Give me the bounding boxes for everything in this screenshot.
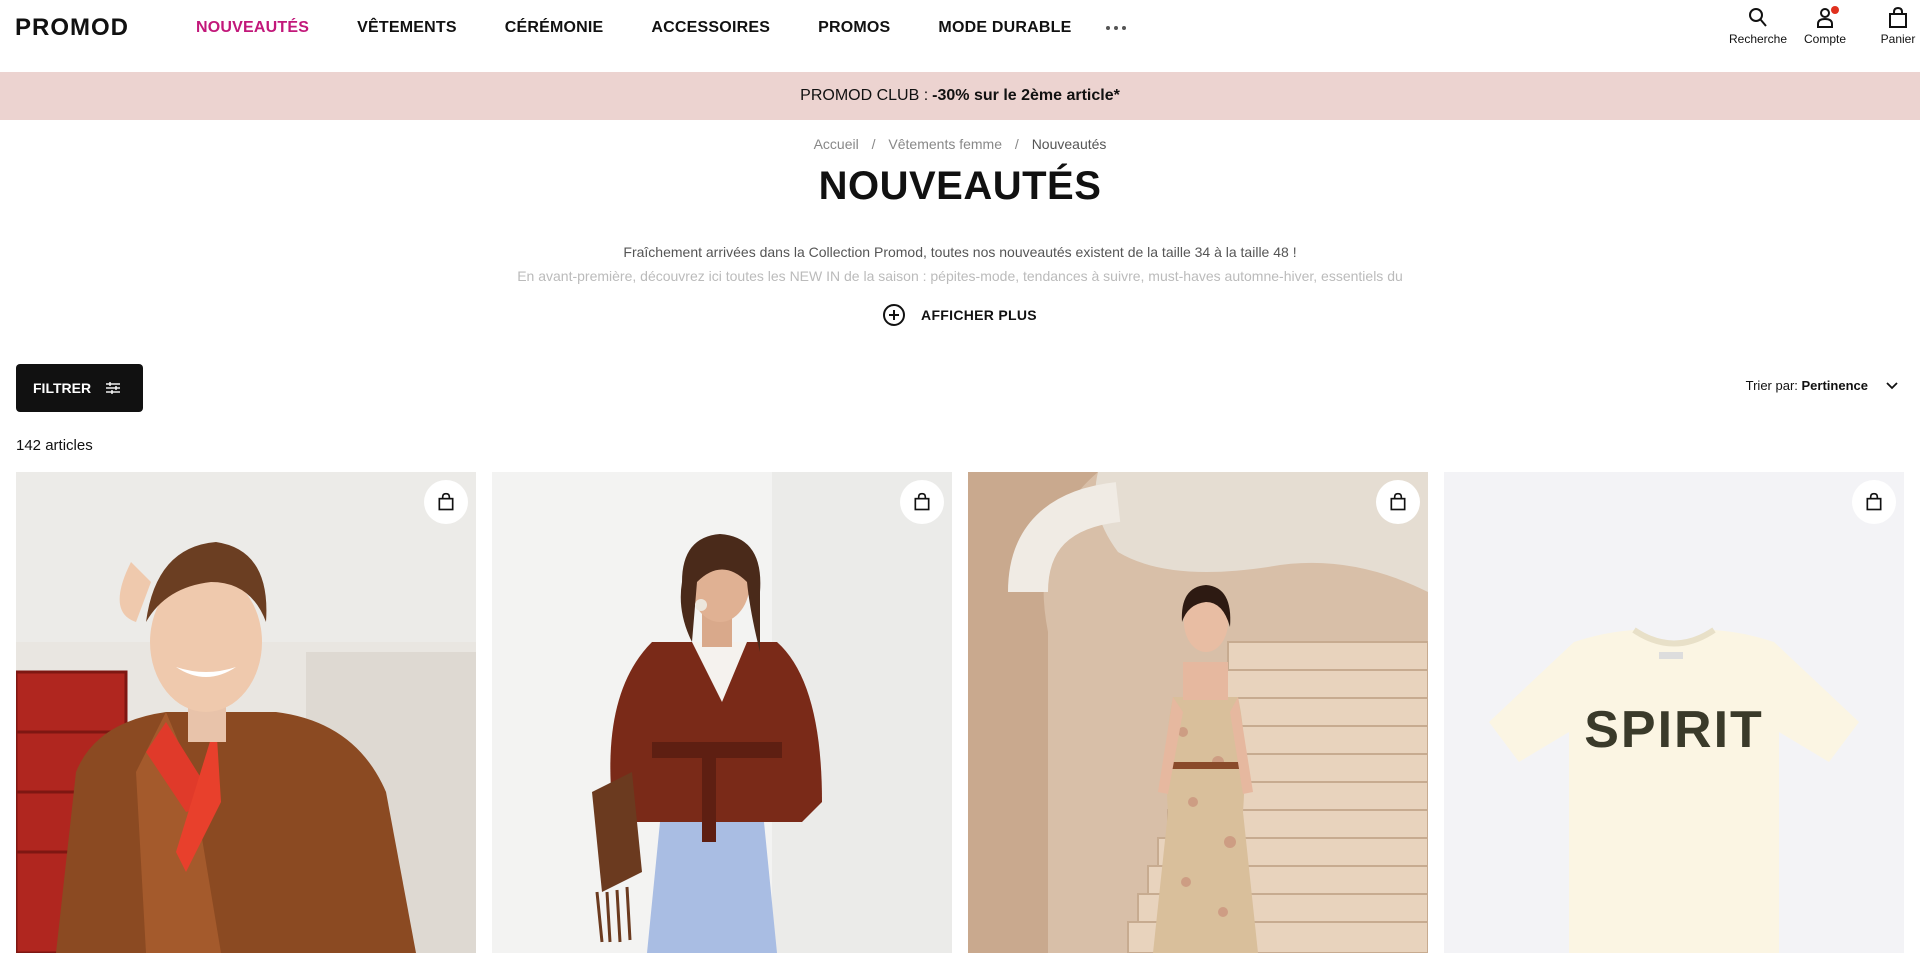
sort-text: Trier par: Pertinence — [1746, 378, 1868, 393]
search-button[interactable]: Recherche — [1728, 6, 1788, 46]
product-card[interactable] — [968, 472, 1428, 953]
breadcrumb-current: Nouveautés — [1031, 136, 1107, 152]
promo-prefix: PROMOD CLUB : — [800, 87, 929, 104]
shopping-bag-icon — [1866, 492, 1882, 511]
breadcrumb-separator: / — [871, 136, 876, 152]
add-to-cart-button[interactable] — [900, 480, 944, 524]
filter-label: FILTRER — [33, 380, 92, 396]
shopping-bag-icon — [1889, 6, 1907, 28]
show-more-label: AFFICHER PLUS — [921, 307, 1037, 323]
nav-item-accessoires[interactable]: ACCESSOIRES — [651, 19, 770, 37]
breadcrumb-home[interactable]: Accueil — [814, 136, 859, 152]
promo-highlight: -30% sur le 2ème article* — [932, 87, 1120, 104]
breadcrumb-vetements-femme[interactable]: Vêtements femme — [888, 136, 1002, 152]
product-card[interactable] — [492, 472, 952, 953]
nav-item-vetements[interactable]: VÊTEMENTS — [357, 19, 457, 37]
promo-banner[interactable]: PROMOD CLUB : -30% sur le 2ème article* — [0, 72, 1920, 120]
search-label: Recherche — [1728, 32, 1788, 46]
search-icon — [1749, 8, 1767, 27]
page-title: NOUVEAUTÉS — [818, 164, 1102, 208]
show-more-button[interactable]: AFFICHER PLUS — [0, 304, 1920, 326]
shopping-bag-icon — [914, 492, 930, 511]
filter-button[interactable]: FILTRER — [16, 364, 143, 412]
cart-label: Panier — [1880, 32, 1916, 46]
add-to-cart-button[interactable] — [1852, 480, 1896, 524]
tshirt-print: SPIRIT — [1584, 701, 1764, 759]
nav-item-promos[interactable]: PROMOS — [818, 19, 890, 37]
main-nav: NOUVEAUTÉS VÊTEMENTS CÉRÉMONIE ACCESSOIR… — [196, 0, 1126, 56]
page-description: Fraîchement arrivées dans la Collection … — [623, 244, 1297, 260]
logo[interactable]: PROMOD — [15, 14, 129, 42]
product-image[interactable]: SPIRIT — [1444, 472, 1904, 953]
nav-item-nouveautes[interactable]: NOUVEAUTÉS — [196, 19, 309, 37]
plus-circle-icon — [883, 304, 906, 326]
add-to-cart-button[interactable] — [1376, 480, 1420, 524]
product-card[interactable] — [16, 472, 476, 953]
results-count: 142 articles — [16, 437, 93, 454]
chevron-down-icon — [1886, 381, 1898, 389]
breadcrumb-separator: / — [1014, 136, 1019, 152]
cart-button[interactable]: Panier — [1878, 6, 1918, 46]
page-description-faded: En avant-première, découvrez ici toutes … — [517, 268, 1403, 284]
shopping-bag-icon — [438, 492, 454, 511]
ellipsis-icon[interactable] — [1105, 18, 1126, 38]
shopping-bag-icon — [1390, 492, 1406, 511]
nav-item-ceremonie[interactable]: CÉRÉMONIE — [505, 19, 604, 37]
product-image[interactable] — [492, 472, 952, 953]
sort-prefix: Trier par: — [1745, 378, 1798, 393]
product-image[interactable] — [968, 472, 1428, 953]
breadcrumb: Accueil / Vêtements femme / Nouveautés — [0, 136, 1920, 152]
account-label: Compte — [1803, 32, 1847, 46]
add-to-cart-button[interactable] — [424, 480, 468, 524]
sliders-icon — [106, 382, 121, 394]
site-header: PROMOD NOUVEAUTÉS VÊTEMENTS CÉRÉMONIE AC… — [0, 0, 1920, 72]
account-button[interactable]: Compte — [1800, 6, 1850, 46]
notification-dot — [1831, 6, 1839, 14]
product-image[interactable] — [16, 472, 476, 953]
product-grid: SPIRIT — [16, 472, 1904, 953]
sort-value: Pertinence — [1801, 378, 1868, 393]
sort-dropdown[interactable]: Trier par: Pertinence — [1746, 378, 1898, 393]
nav-item-mode-durable[interactable]: MODE DURABLE — [938, 19, 1071, 37]
product-card[interactable]: SPIRIT — [1444, 472, 1904, 953]
